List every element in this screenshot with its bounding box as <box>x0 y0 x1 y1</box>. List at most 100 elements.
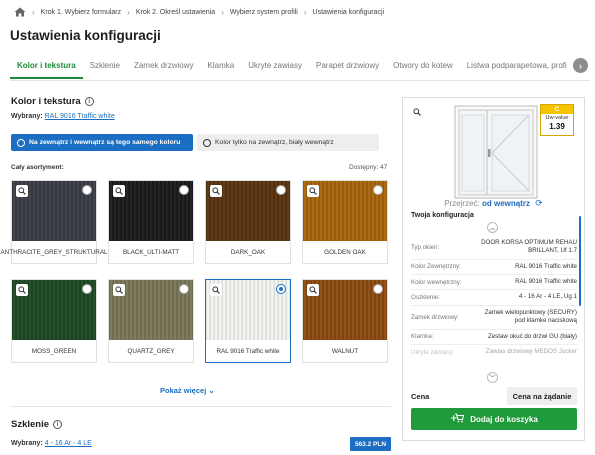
swatch-card-selected[interactable]: RAL 9016 Traffic white <box>205 279 291 363</box>
radio-icon <box>17 138 25 147</box>
swatch-radio[interactable] <box>276 185 286 195</box>
configuration-panel: C Uw-value 1.39 Przejrzeć: od wewnątrz ⟳… <box>402 97 585 441</box>
price-row: Cena Cena na żądanie <box>411 387 577 405</box>
swatch-radio[interactable] <box>179 284 189 294</box>
chevron-right-icon: › <box>579 60 582 71</box>
swatch-radio[interactable] <box>82 185 92 195</box>
glazing-section-title: Szklenie i <box>11 419 63 430</box>
swatch-radio-checked[interactable] <box>276 284 286 294</box>
chevron-right-icon: › <box>127 7 130 17</box>
tab-door-sill[interactable]: Parapet drzwiowy <box>309 57 386 79</box>
config-table: Typ okien: DOOR KORSA OPTIMUM REHAU BRIL… <box>411 236 577 359</box>
config-key: Ukryte zawiasy: <box>411 348 455 356</box>
swatch-card[interactable]: ANTHRACITE_GREY_STRUKTURAL <box>0 180 108 264</box>
add-to-cart-button[interactable]: + Dodaj do koszyka <box>411 408 577 430</box>
tab-hidden-hinges[interactable]: Ukryte zawiasy <box>241 57 309 79</box>
zoom-icon[interactable] <box>113 185 125 197</box>
config-key: Zamek drzwiowy: <box>411 313 459 321</box>
config-row: Ukryte zawiasy: Zawias drzwiowy MEDOS Jo… <box>411 345 577 359</box>
swatch-radio[interactable] <box>373 185 383 195</box>
home-icon[interactable] <box>14 7 26 17</box>
same-color-label: Na zewnątrz i wewnątrz są tego samego ko… <box>29 139 181 146</box>
swatch-radio[interactable] <box>82 284 92 294</box>
uw-label: Uw-value <box>545 115 569 121</box>
config-scrollbar[interactable] <box>579 216 581 306</box>
tabs-scroll-right-button[interactable]: › <box>573 58 588 73</box>
swatch-name: WALNUT <box>331 347 359 355</box>
config-title: Twoja konfiguracja <box>411 212 474 219</box>
swatch-card[interactable]: GOLDEN OAK <box>302 180 388 264</box>
tab-handle[interactable]: Klamka <box>201 57 242 79</box>
outside-color-option[interactable]: Kolor tylko na zewnątrz, biały wewnątrz <box>197 134 379 151</box>
chevron-down-icon[interactable]: ﹀ <box>487 372 498 383</box>
zoom-icon[interactable] <box>113 284 125 296</box>
chevron-up-icon[interactable]: ︿ <box>487 222 498 233</box>
swatch-name: GOLDEN OAK <box>324 248 366 256</box>
zoom-icon[interactable] <box>307 185 319 197</box>
info-icon[interactable]: i <box>53 420 63 429</box>
selected-label: Wybrany: <box>11 113 43 120</box>
selected-label: Wybrany: <box>11 440 43 447</box>
selected-color-link[interactable]: RAL 9016 Traffic white <box>45 113 115 120</box>
chevron-down-icon: ⌄ <box>208 386 215 395</box>
tab-color-texture[interactable]: Kolor i tekstura <box>10 57 83 79</box>
config-value: RAL 9016 Traffic white <box>515 278 577 286</box>
swatch-name: MOSS_GREEN <box>31 347 77 355</box>
tab-sill-strip[interactable]: Listwa podparapetowa, profi <box>460 57 574 79</box>
available-count: Dostępny: 47 <box>349 164 388 171</box>
show-more-link[interactable]: Pokaż więcej ⌄ <box>160 386 215 395</box>
swatch-name: ANTHRACITE_GREY_STRUKTURAL <box>0 248 108 256</box>
same-color-option[interactable]: Na zewnątrz i wewnątrz są tego samego ko… <box>11 134 193 151</box>
swatch-card[interactable]: BLACK_ULTI-MATT <box>108 180 194 264</box>
swatch-card[interactable]: QUARTZ_GREY <box>108 279 194 363</box>
energy-class: C <box>541 105 573 114</box>
swatch-name: BLACK_ULTI-MATT <box>122 248 180 256</box>
sync-icon[interactable]: ⟳ <box>535 198 543 209</box>
config-row: Zamek drzwiowy: Zamek wielopunktowy (SEC… <box>411 306 577 330</box>
swatch-card[interactable]: DARK_OAK <box>205 180 291 264</box>
divider <box>11 406 391 407</box>
zoom-icon[interactable] <box>16 185 28 197</box>
zoom-icon[interactable] <box>210 185 222 197</box>
color-selected-line: Wybrany: RAL 9016 Traffic white <box>11 113 115 120</box>
tab-door-lock[interactable]: Zamek drzwiowy <box>127 57 201 79</box>
price-label: Cena <box>411 391 430 401</box>
swatch-name: RAL 9016 Traffic white <box>216 347 280 355</box>
config-row: Klamka: Zestaw okuć do drzwi GU (biały) <box>411 330 577 345</box>
selected-glazing-link[interactable]: 4 - 16 Ar - 4 LE <box>45 440 92 447</box>
config-key: Kolor wewnętrzny: <box>411 278 462 286</box>
swatch-radio[interactable] <box>373 284 383 294</box>
zoom-icon[interactable] <box>210 284 222 296</box>
swatch-card[interactable]: WALNUT <box>302 279 388 363</box>
config-row: Oszklenie: 4 - 16 Ar - 4 LE, Ug 1 <box>411 290 577 306</box>
swatch-card[interactable]: MOSS_GREEN <box>11 279 97 363</box>
glazing-section-title-text: Szklenie <box>11 419 50 430</box>
config-row: Kolor wewnętrzny: RAL 9016 Traffic white <box>411 275 577 291</box>
config-row: Kolor Zewnętrzny: RAL 9016 Traffic white <box>411 260 577 276</box>
outside-color-label: Kolor tylko na zewnątrz, biały wewnątrz <box>215 139 334 146</box>
catalog-label: Cały asortyment: <box>11 164 64 171</box>
swatch-radio[interactable] <box>179 185 189 195</box>
energy-class-badge: C Uw-value 1.39 <box>540 104 574 136</box>
zoom-icon[interactable] <box>411 106 423 118</box>
view-value: od wewnątrz <box>482 199 531 208</box>
add-to-cart-label: Dodaj do koszyka <box>470 414 538 424</box>
breadcrumb-step-3[interactable]: Wybierz system profili <box>230 9 298 16</box>
color-mode-toggle: Na zewnątrz i wewnątrz są tego samego ko… <box>11 134 379 151</box>
door-preview <box>454 105 538 199</box>
zoom-icon[interactable] <box>307 284 319 296</box>
breadcrumb: › Krok 1. Wybierz formularz › Krok 2. Ok… <box>14 5 384 19</box>
breadcrumb-step-1[interactable]: Krok 1. Wybierz formularz <box>41 9 121 16</box>
config-value: 4 - 16 Ar - 4 LE, Ug 1 <box>518 293 577 301</box>
tab-glazing[interactable]: Szklenie <box>83 57 127 79</box>
breadcrumb-current: Ustawienia konfiguracji <box>312 8 385 16</box>
swatch-name: DARK_OAK <box>230 248 266 256</box>
config-value: Zestaw okuć do drzwi GU (biały) <box>487 332 577 340</box>
info-icon[interactable]: i <box>84 97 94 106</box>
breadcrumb-step-2[interactable]: Krok 2. Określ ustawienia <box>136 9 215 16</box>
view-side-toggle[interactable]: Przejrzeć: od wewnątrz ⟳ <box>403 198 584 209</box>
config-key: Oszklenie: <box>411 294 440 302</box>
zoom-icon[interactable] <box>16 284 28 296</box>
chevron-right-icon: › <box>32 7 35 17</box>
tab-anchor-holes[interactable]: Otwory do kotew <box>386 57 460 79</box>
